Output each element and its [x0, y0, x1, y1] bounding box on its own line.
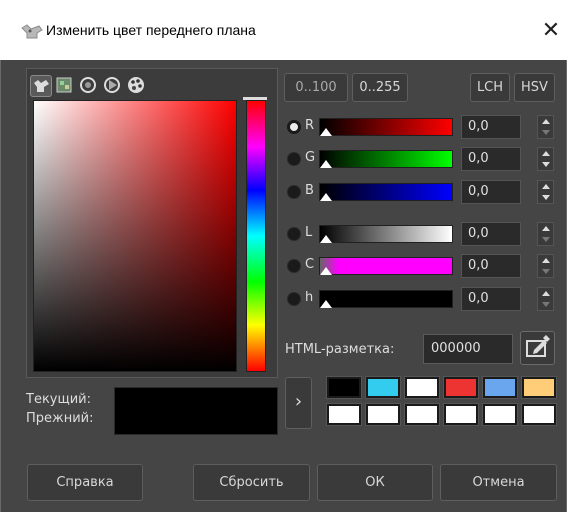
channel-label-b: B	[305, 183, 314, 198]
color-picker-button[interactable]	[520, 331, 555, 365]
slider-handle-icon[interactable]	[320, 128, 332, 136]
window-border-left	[0, 60, 1, 512]
channel-value-r[interactable]: 0,0	[461, 115, 521, 139]
spin-up-icon[interactable]	[542, 291, 550, 296]
gimp-selector-icon[interactable]	[30, 75, 52, 97]
close-button[interactable]: ✕	[536, 16, 566, 46]
channel-row-c: C 0,0	[287, 252, 557, 280]
channel-row-l: L 0,0	[287, 220, 557, 248]
reset-button[interactable]: Сбросить	[193, 464, 310, 501]
channel-label-h: h	[305, 290, 314, 305]
history-swatch[interactable]	[365, 376, 401, 399]
history-swatch[interactable]	[365, 403, 401, 426]
channel-radio-g[interactable]	[287, 152, 301, 166]
channel-slider-h[interactable]	[319, 290, 453, 308]
channel-row-b: B 0,0	[287, 178, 557, 206]
spin-up-icon[interactable]	[542, 226, 550, 231]
channel-slider-r[interactable]	[319, 118, 453, 136]
spin-down-icon[interactable]	[542, 269, 550, 274]
hsv-button[interactable]: HSV	[514, 73, 555, 102]
range-0-255-button[interactable]: 0..255	[352, 73, 408, 102]
lch-button[interactable]: LCH	[470, 73, 510, 102]
channel-label-r: R	[305, 118, 315, 133]
history-swatch[interactable]	[482, 403, 518, 426]
channel-value-b[interactable]: 0,0	[461, 180, 521, 204]
history-swatch[interactable]	[443, 403, 479, 426]
previous-color-label: Прежний:	[26, 411, 94, 426]
channel-spinner-h[interactable]	[537, 287, 554, 311]
channel-slider-b[interactable]	[319, 183, 453, 201]
channel-spinner-b[interactable]	[537, 180, 554, 204]
history-swatch[interactable]	[443, 376, 479, 399]
channel-slider-l[interactable]	[319, 225, 453, 243]
spin-down-icon[interactable]	[542, 162, 550, 167]
channel-value-g[interactable]: 0,0	[461, 147, 521, 171]
channel-radio-b[interactable]	[287, 185, 301, 199]
channel-spinner-g[interactable]	[537, 147, 554, 171]
watercolor-icon[interactable]	[54, 75, 74, 95]
channel-radio-c[interactable]	[287, 259, 301, 273]
window-title: Изменить цвет переднего плана	[46, 22, 256, 38]
gimp-window-icon	[21, 24, 43, 39]
history-swatch[interactable]	[326, 376, 362, 399]
channel-label-g: G	[305, 150, 316, 165]
channel-spinner-r[interactable]	[537, 115, 554, 139]
channel-radio-h[interactable]	[287, 292, 301, 306]
history-swatch[interactable]	[326, 403, 362, 426]
channel-spinner-c[interactable]	[537, 254, 554, 278]
spin-up-icon[interactable]	[542, 119, 550, 124]
spin-up-icon[interactable]	[542, 151, 550, 156]
history-swatch[interactable]	[404, 403, 440, 426]
range-0-100-button[interactable]: 0..100	[284, 73, 348, 102]
html-notation-label: HTML-разметка:	[285, 342, 395, 357]
spin-down-icon[interactable]	[542, 130, 550, 135]
html-notation-input[interactable]: 000000	[423, 334, 513, 364]
channel-radio-l[interactable]	[287, 227, 301, 241]
spin-down-icon[interactable]	[542, 195, 550, 200]
channel-row-g: G 0,0	[287, 145, 557, 173]
current-color-label: Текущий:	[26, 392, 92, 407]
ok-button[interactable]: ОК	[317, 464, 433, 501]
triangle-icon[interactable]	[102, 75, 122, 95]
color-history	[321, 372, 557, 430]
history-swatch[interactable]	[404, 376, 440, 399]
color-compare-swatch	[114, 387, 278, 435]
channel-label-c: C	[305, 257, 315, 272]
channel-value-l[interactable]: 0,0	[461, 222, 521, 246]
history-swatch[interactable]	[482, 376, 518, 399]
eyedropper-icon	[526, 335, 550, 357]
history-swatch[interactable]	[521, 376, 557, 399]
title-bar: Изменить цвет переднего плана ✕	[0, 0, 567, 60]
wheel-icon[interactable]	[78, 75, 98, 95]
spin-down-icon[interactable]	[542, 302, 550, 307]
saturation-value-area[interactable]	[33, 100, 237, 372]
channel-radio-r[interactable]	[287, 120, 301, 134]
slider-handle-icon[interactable]	[320, 160, 332, 168]
channel-slider-c[interactable]	[319, 257, 453, 275]
hue-slider-marker[interactable]	[243, 97, 267, 100]
slider-handle-icon[interactable]	[320, 267, 332, 275]
spin-up-icon[interactable]	[542, 184, 550, 189]
slider-handle-icon[interactable]	[320, 300, 332, 308]
channel-row-h: h 0,0	[287, 285, 557, 313]
cancel-button[interactable]: Отмена	[440, 464, 557, 501]
channel-label-l: L	[305, 225, 313, 240]
spin-down-icon[interactable]	[542, 237, 550, 242]
channel-value-c[interactable]: 0,0	[461, 254, 521, 278]
hue-slider[interactable]	[246, 100, 266, 372]
history-swatch[interactable]	[521, 403, 557, 426]
help-button[interactable]: Справка	[27, 464, 143, 501]
channel-row-r: R 0,0	[287, 113, 557, 141]
palette-icon[interactable]	[126, 75, 146, 95]
slider-handle-icon[interactable]	[320, 193, 332, 201]
channel-slider-g[interactable]	[319, 150, 453, 168]
add-to-history-button[interactable]: ›	[285, 377, 312, 429]
slider-handle-icon[interactable]	[320, 235, 332, 243]
spin-up-icon[interactable]	[542, 258, 550, 263]
channel-value-h[interactable]: 0,0	[461, 287, 521, 311]
channel-spinner-l[interactable]	[537, 222, 554, 246]
